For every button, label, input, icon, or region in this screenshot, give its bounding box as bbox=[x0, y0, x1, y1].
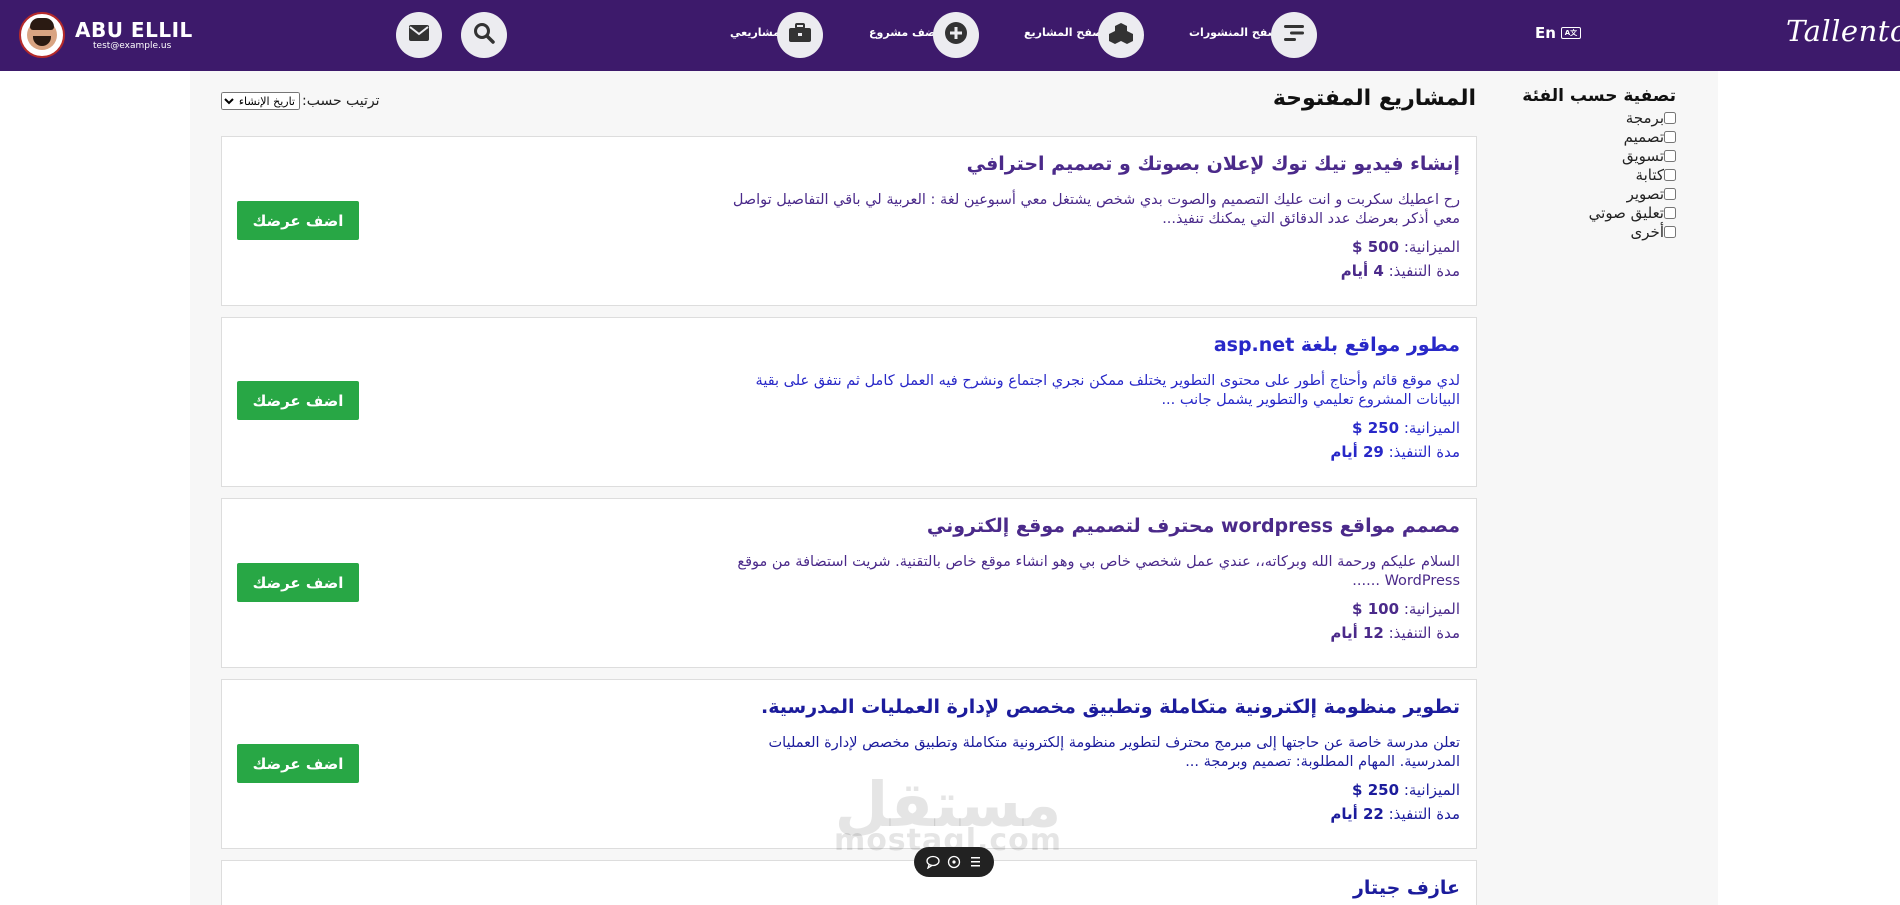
filter-checkbox[interactable] bbox=[1664, 130, 1676, 143]
sort-control: ترتيب حسب: تاريخ الإنشاء bbox=[221, 92, 380, 110]
project-budget: الميزانية: 250 $ bbox=[600, 416, 1460, 440]
menu-icon[interactable] bbox=[967, 854, 983, 870]
filter-item-label: تسويق bbox=[1622, 146, 1664, 165]
filter-checkbox[interactable] bbox=[1664, 168, 1676, 181]
add-offer-button[interactable]: اضف عرضك bbox=[237, 201, 359, 240]
duration-value: 12 أيام bbox=[1330, 624, 1384, 642]
project-duration: مدة التنفيذ: 29 أيام bbox=[600, 440, 1460, 464]
project-title[interactable]: إنشاء فيديو تيك توك لإعلان بصوتك و تصميم… bbox=[600, 151, 1460, 177]
nav-browse-posts-button[interactable] bbox=[1271, 12, 1317, 58]
project-card: إنشاء فيديو تيك توك لإعلان بصوتك و تصميم… bbox=[221, 136, 1477, 306]
filter-item-label: أخرى bbox=[1630, 222, 1664, 241]
budget-value: 100 $ bbox=[1352, 600, 1400, 618]
filter-item-label: تصميم bbox=[1623, 127, 1664, 146]
nav-add-project-label[interactable]: أضف مشروع bbox=[869, 26, 940, 39]
filter-item-design[interactable]: تصميم bbox=[1496, 127, 1676, 146]
nav-add-project-button[interactable] bbox=[933, 12, 979, 58]
add-offer-button[interactable]: اضف عرضك bbox=[237, 563, 359, 602]
project-description: تعلن مدرسة خاصة عن حاجتها إلى مبرمج محتر… bbox=[768, 735, 1461, 770]
project-card: عازف جيتار bbox=[221, 860, 1477, 905]
project-duration: مدة التنفيذ: 4 أيام bbox=[600, 259, 1460, 283]
duration-value: 4 أيام bbox=[1340, 262, 1384, 280]
top-header: ABU ELLIL test@example.us مشاريعي أضف مش… bbox=[0, 0, 1900, 71]
project-description: السلام عليكم ورحمة الله وبركاته،، عندي ع… bbox=[737, 554, 1460, 589]
language-label: En bbox=[1535, 24, 1556, 42]
budget-value: 250 $ bbox=[1352, 419, 1400, 437]
filter-title: تصفية حسب الفئة bbox=[1522, 86, 1676, 106]
sort-select[interactable]: تاريخ الإنشاء bbox=[221, 92, 300, 110]
watermark: مستقل mostaql.com bbox=[833, 770, 1063, 856]
duration-label: مدة التنفيذ: bbox=[1388, 262, 1460, 280]
budget-label: الميزانية: bbox=[1403, 419, 1460, 437]
filter-item-label: كتابة bbox=[1635, 165, 1664, 184]
filter-item-other[interactable]: أخرى bbox=[1496, 222, 1676, 241]
budget-label: الميزانية: bbox=[1403, 781, 1460, 799]
filter-item-marketing[interactable]: تسويق bbox=[1496, 146, 1676, 165]
language-icon: A文 bbox=[1560, 27, 1581, 39]
nav-browse-posts-label[interactable]: تصفح المنشورات bbox=[1189, 26, 1283, 39]
floating-toolbar bbox=[914, 847, 994, 877]
project-description: رح اعطيك سكربت و انت عليك التصميم والصوت… bbox=[732, 192, 1460, 227]
comment-icon[interactable] bbox=[946, 854, 962, 870]
filter-item-label: تعليق صوتي bbox=[1588, 203, 1664, 222]
brand-logo[interactable]: Tallento bbox=[1786, 14, 1900, 48]
duration-value: 29 أيام bbox=[1330, 443, 1384, 461]
add-offer-button[interactable]: اضف عرضك bbox=[237, 381, 359, 420]
page-title: المشاريع المفتوحة bbox=[1272, 86, 1476, 111]
budget-label: الميزانية: bbox=[1403, 238, 1460, 256]
project-budget: الميزانية: 500 $ bbox=[600, 235, 1460, 259]
project-title[interactable]: عازف جيتار bbox=[600, 875, 1460, 901]
budget-value: 250 $ bbox=[1352, 781, 1400, 799]
language-switch[interactable]: En A文 bbox=[1535, 24, 1581, 42]
chat-icon[interactable] bbox=[925, 854, 941, 870]
duration-value: 22 أيام bbox=[1330, 805, 1384, 823]
filter-checkbox[interactable] bbox=[1664, 187, 1676, 200]
project-title[interactable]: مصمم مواقع wordpress محترف لتصميم موقع إ… bbox=[600, 513, 1460, 539]
messages-button[interactable] bbox=[396, 12, 442, 58]
nav-browse-projects-button[interactable] bbox=[1098, 12, 1144, 58]
filter-item-writing[interactable]: كتابة bbox=[1496, 165, 1676, 184]
duration-label: مدة التنفيذ: bbox=[1388, 443, 1460, 461]
filter-checkbox[interactable] bbox=[1664, 225, 1676, 238]
project-budget: الميزانية: 100 $ bbox=[600, 597, 1460, 621]
category-filter: تصفية حسب الفئة برمجة تصميم تسويق كتابة … bbox=[1496, 86, 1676, 241]
user-email: test@example.us bbox=[93, 40, 172, 51]
add-offer-button[interactable]: اضف عرضك bbox=[237, 744, 359, 783]
filter-checkbox[interactable] bbox=[1664, 149, 1676, 162]
nav-my-projects-button[interactable] bbox=[777, 12, 823, 58]
nav-my-projects-label[interactable]: مشاريعي bbox=[730, 26, 780, 39]
project-card: مصمم مواقع wordpress محترف لتصميم موقع إ… bbox=[221, 498, 1477, 668]
nav-browse-projects-label[interactable]: تصفح المشاريع bbox=[1024, 26, 1107, 39]
briefcase-icon bbox=[788, 23, 812, 47]
filter-item-voiceover[interactable]: تعليق صوتي bbox=[1496, 203, 1676, 222]
duration-label: مدة التنفيذ: bbox=[1388, 624, 1460, 642]
filter-item-programming[interactable]: برمجة bbox=[1496, 108, 1676, 127]
duration-label: مدة التنفيذ: bbox=[1388, 805, 1460, 823]
sort-label: ترتيب حسب: bbox=[302, 93, 380, 109]
avatar[interactable] bbox=[19, 12, 65, 58]
envelope-icon bbox=[408, 24, 430, 46]
budget-label: الميزانية: bbox=[1403, 600, 1460, 618]
project-title[interactable]: تطوير منظومة إلكترونية متكاملة وتطبيق مخ… bbox=[600, 694, 1460, 720]
filter-item-photography[interactable]: تصوير bbox=[1496, 184, 1676, 203]
list-icon bbox=[1283, 23, 1305, 47]
project-duration: مدة التنفيذ: 12 أيام bbox=[600, 621, 1460, 645]
budget-value: 500 $ bbox=[1352, 238, 1400, 256]
user-name: ABU ELLIL bbox=[75, 17, 193, 42]
search-icon bbox=[473, 22, 495, 48]
project-card: مطور مواقع بلغة asp.net لدي موقع قائم وأ… bbox=[221, 317, 1477, 487]
plus-icon bbox=[944, 21, 968, 49]
project-title[interactable]: مطور مواقع بلغة asp.net bbox=[600, 332, 1460, 358]
filter-checkbox[interactable] bbox=[1664, 111, 1676, 124]
filter-item-label: برمجة bbox=[1625, 108, 1664, 127]
project-description: لدي موقع قائم وأحتاج أطور على محتوى التط… bbox=[755, 373, 1460, 408]
user-profile[interactable]: ABU ELLIL test@example.us bbox=[19, 12, 193, 58]
search-button[interactable] bbox=[461, 12, 507, 58]
cubes-icon bbox=[1108, 21, 1134, 49]
filter-item-label: تصوير bbox=[1626, 184, 1664, 203]
filter-checkbox[interactable] bbox=[1664, 206, 1676, 219]
